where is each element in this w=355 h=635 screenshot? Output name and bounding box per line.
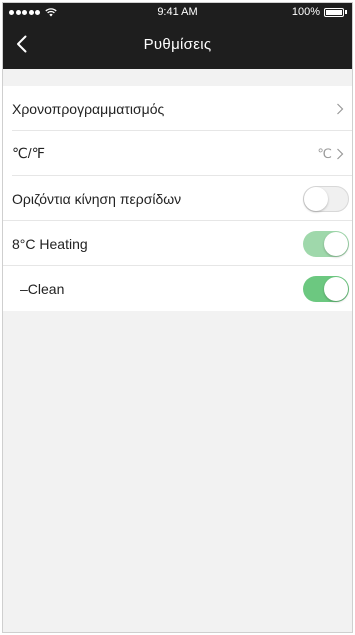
settings-item-label: –Clean [20, 280, 65, 297]
settings-item-label: Οριζόντια κίνηση περσίδων [12, 190, 182, 207]
battery-icon [324, 7, 344, 17]
battery-percent: 100% [291, 6, 320, 18]
navigation-bar: Ρυθμίσεις [3, 23, 352, 69]
settings-item-schedule[interactable]: Χρονοπρογραμματισμός [3, 86, 352, 131]
header: 9:41 AM 100% Ρυθμίσεις [3, 3, 352, 69]
clean-toggle[interactable] [303, 276, 349, 302]
settings-item-label: Χρονοπρογραμματισμός [12, 100, 165, 117]
page-title: Ρυθμίσεις [143, 36, 212, 53]
battery-indicator: 100% [292, 6, 347, 18]
settings-item-horizontal-swing: Οριζόντια κίνηση περσίδων [3, 176, 352, 221]
settings-item-label: 8°C Heating [12, 235, 88, 252]
temperature-unit-value: ℃ [317, 145, 332, 161]
chevron-right-icon [337, 103, 344, 114]
chevron-right-icon [337, 148, 344, 159]
status-bar: 9:41 AM 100% [3, 3, 352, 23]
horizontal-swing-toggle[interactable] [303, 186, 349, 212]
phone-screen: 9:41 AM 100% Ρυθμίσεις Χρονοπρογραμματισ… [2, 2, 353, 633]
8c-heating-toggle[interactable] [303, 231, 349, 257]
settings-list: Χρονοπρογραμματισμός ℃/℉ ℃ Οριζόντια κίν… [3, 86, 352, 311]
settings-item-clean: –Clean [3, 266, 352, 311]
settings-item-label: ℃/℉ [12, 145, 45, 161]
settings-item-temperature-unit[interactable]: ℃/℉ ℃ [3, 131, 352, 176]
settings-item-8c-heating: 8°C Heating [3, 221, 352, 266]
